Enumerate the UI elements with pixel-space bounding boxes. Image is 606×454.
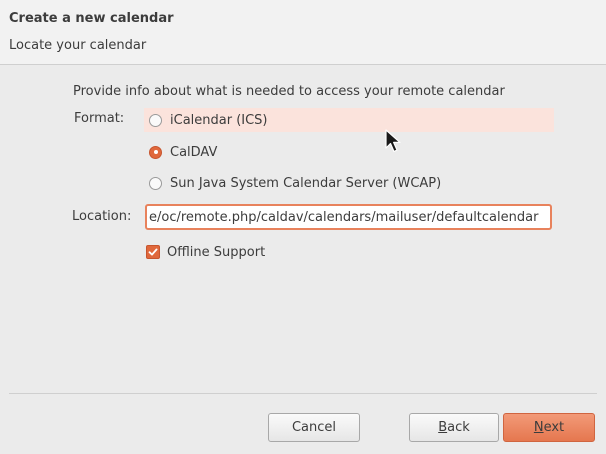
format-option-caldav[interactable]: CalDAV [144,140,554,164]
radio-wcap[interactable] [149,176,162,190]
offline-support-checkbox[interactable] [146,245,160,259]
format-option-label: Sun Java System Calendar Server (WCAP) [170,175,442,191]
cancel-button-label: Cancel [291,420,337,435]
format-option-label: iCalendar (ICS) [170,112,268,128]
checkmark-icon [148,248,158,256]
offline-support-option[interactable]: Offline Support [146,241,265,263]
dialog-subtitle: Locate your calendar [9,38,147,53]
dialog-title: Create a new calendar [9,11,174,26]
next-button-label: ext [543,420,565,435]
location-value: e/oc/remote.php/caldav/calendars/mailuse… [149,209,539,225]
radio-icalendar[interactable] [149,113,162,127]
dialog-header: Create a new calendar Locate your calend… [0,0,606,65]
location-input[interactable]: e/oc/remote.php/caldav/calendars/mailuse… [145,204,552,230]
back-mnemonic: B [438,420,448,435]
intro-text: Provide info about what is needed to acc… [73,84,505,99]
footer-separator [9,393,597,394]
location-label: Location: [72,209,132,224]
format-option-icalendar[interactable]: iCalendar (ICS) [144,108,554,132]
format-option-label: CalDAV [170,144,218,160]
offline-support-label: Offline Support [167,244,266,260]
radio-caldav[interactable] [149,145,162,159]
next-mnemonic: N [533,420,544,435]
back-button[interactable]: Back [409,413,499,442]
back-button-label: ack [447,420,470,435]
format-option-wcap[interactable]: Sun Java System Calendar Server (WCAP) [144,171,554,195]
mouse-pointer-icon [385,129,401,153]
format-label: Format: [74,111,125,126]
next-button[interactable]: Next [503,413,595,442]
cancel-button[interactable]: Cancel [268,413,360,442]
